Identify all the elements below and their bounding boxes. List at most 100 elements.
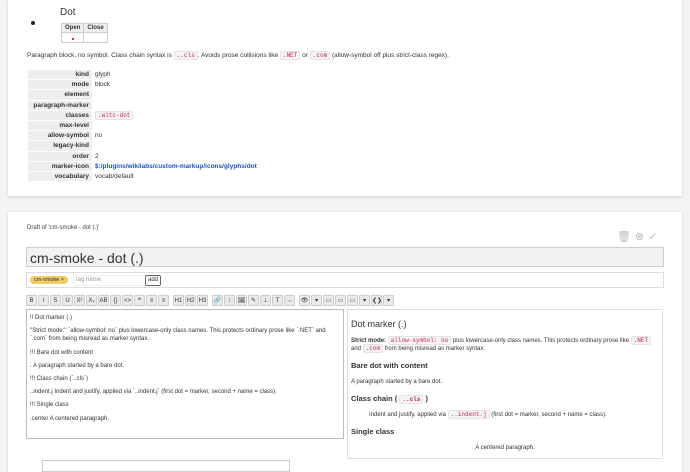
field-value: block xyxy=(92,79,298,90)
preview-strict-paragraph: Strict mode: allow-symbol: no plus lower… xyxy=(351,336,659,353)
field-value: glyph xyxy=(92,68,298,80)
cancel-icon[interactable]: ⊗ xyxy=(635,231,648,243)
field-value xyxy=(92,140,298,151)
toolbar-button-27[interactable]: ▾ xyxy=(359,294,370,306)
field-row: vocabulary vocab/default xyxy=(28,170,298,182)
preview-subheading: Single class xyxy=(351,427,395,436)
tag-editor: cm-smoke × tag name add xyxy=(26,272,664,288)
field-value: .wltc-dot xyxy=(92,109,298,121)
preview-heading: Dot marker (.) xyxy=(351,319,407,329)
field-value xyxy=(92,119,298,131)
toolbar-button-0[interactable]: B xyxy=(26,294,37,306)
toolbar-button-22[interactable]: 👁 xyxy=(299,294,310,306)
toolbar-button-3[interactable]: U xyxy=(62,294,73,306)
editor-line: ''Strict mode:'' `allow-symbol: no` plus… xyxy=(30,328,326,343)
toolbar-button-13[interactable]: H2 xyxy=(185,294,196,306)
field-row: kind glyph xyxy=(28,68,298,80)
close-header: Close xyxy=(83,23,108,33)
field-key: vocabulary xyxy=(28,170,92,182)
delete-icon[interactable]: 🗑 xyxy=(617,231,635,243)
toolbar-button-19[interactable]: ⊥ xyxy=(260,294,271,306)
toolbar-button-14[interactable]: H3 xyxy=(197,294,208,306)
field-row: max-level xyxy=(28,119,298,131)
save-icon[interactable]: ✓ xyxy=(648,231,661,243)
field-key: order xyxy=(28,150,92,162)
add-tag-button[interactable]: add xyxy=(145,275,162,286)
text-editor[interactable]: !! Dot marker (.) ''Strict mode:'' `allow… xyxy=(26,309,344,439)
toolbar-button-15[interactable]: 🔗 xyxy=(212,294,223,306)
field-key: classes xyxy=(28,109,92,121)
tag-name-input[interactable]: tag name xyxy=(73,275,147,286)
field-value xyxy=(92,89,298,101)
toolbar-button-16[interactable]: ⁝ xyxy=(224,294,235,306)
toolbar-button-12[interactable]: H1 xyxy=(173,294,184,306)
open-close-table: Open Close xyxy=(60,23,108,43)
toolbar-button-7[interactable]: {} xyxy=(110,294,121,306)
field-row: paragraph-marker xyxy=(28,99,298,111)
open-cell xyxy=(60,32,85,43)
toolbar-button-4[interactable]: X² xyxy=(74,294,85,306)
field-row: legacy-kind xyxy=(28,140,298,151)
toolbar-button-21[interactable]: ⌵ xyxy=(284,294,295,306)
field-key: marker-icon xyxy=(28,160,92,172)
toolbar-button-18[interactable]: ✎ xyxy=(248,294,259,306)
toolbar-button-24[interactable]: ▭ xyxy=(323,294,334,306)
edit-controls: 🗑⊗✓ xyxy=(617,230,661,243)
field-key: allow-symbol xyxy=(28,130,92,141)
toolbar-button-10[interactable]: ≡ xyxy=(146,294,157,306)
toolbar-button-29[interactable]: ▾ xyxy=(383,294,394,306)
field-key: paragraph-marker xyxy=(28,99,92,111)
field-value: vocab/default xyxy=(92,170,298,182)
field-key: kind xyxy=(28,68,92,80)
tiddler-view-card: Dot Open Close Paragraph block, no symbo… xyxy=(8,0,682,196)
draft-label: Draft of 'cm-smoke - dot (.)' xyxy=(27,225,100,231)
toolbar-button-28[interactable]: ❮❯ xyxy=(371,294,382,306)
toolbar-button-26[interactable]: ▭ xyxy=(347,294,358,306)
editor-line: !!! Single class xyxy=(30,402,69,409)
toolbar-button-20[interactable]: T xyxy=(272,294,283,306)
dot-glyph-icon xyxy=(71,37,74,40)
editor-line: !! Dot marker (.) xyxy=(30,315,73,321)
field-row: element xyxy=(28,89,298,101)
description-paragraph: Paragraph block, no symbol. Class chain … xyxy=(27,51,449,60)
field-row: mode block xyxy=(28,79,298,90)
tiddler-edit-card: Draft of 'cm-smoke - dot (.)' 🗑⊗✓ cm-smo… xyxy=(8,212,682,472)
toolbar-button-1[interactable]: I xyxy=(38,294,49,306)
toolbar-button-8[interactable]: <> xyxy=(122,294,133,306)
field-key: element xyxy=(28,89,92,101)
field-value xyxy=(92,99,298,111)
toolbar-button-6[interactable]: AB xyxy=(98,294,109,306)
preview-subheading: Class chain ( ..cls ) xyxy=(351,394,428,404)
field-value: 2 xyxy=(92,150,298,162)
preview-subheading: Bare dot with content xyxy=(351,361,428,370)
field-row: order 2 xyxy=(28,150,298,162)
tiddler-title: Dot xyxy=(60,7,76,18)
editor-toolbar: B I S U X² X₂ AB{} <> ❝ ≡ ≡ H1 H2 H3 🔗 ⁝ 🖼 ✎ ⊥ T ⌵ 👁 ▾ ▭ ▭ ▭ ▾ ❮❯ ▾ xyxy=(26,293,664,307)
editor-line: .center A centered paragraph. xyxy=(30,415,110,422)
field-key: legacy-kind xyxy=(28,140,92,151)
field-row: classes .wltc-dot xyxy=(28,109,298,121)
toolbar-button-25[interactable]: ▭ xyxy=(335,294,346,306)
preview-paragraph: A paragraph started by a bare dot. xyxy=(351,379,443,385)
toolbar-button-9[interactable]: ❝ xyxy=(134,294,145,306)
fields-table: kind glyph mode block element paragraph-marke… xyxy=(28,68,298,182)
field-value[interactable]: $:/plugins/wikilabs/custom-markup/icons/… xyxy=(92,160,298,172)
field-row: allow-symbol no xyxy=(28,130,298,141)
toolbar-button-5[interactable]: X₂ xyxy=(86,294,97,306)
title-input[interactable]: cm-smoke - dot (.) xyxy=(26,247,664,267)
close-cell xyxy=(83,32,108,43)
toolbar-button-23[interactable]: ▾ xyxy=(311,294,322,306)
preview-centered-paragraph: A centered paragraph. xyxy=(475,445,535,451)
toolbar-button-2[interactable]: S xyxy=(50,294,61,306)
field-key: mode xyxy=(28,79,92,90)
editor-line: ..indent.j Indent and justify, applied v… xyxy=(30,389,277,396)
editor-line: !!! Bare dot with content xyxy=(30,349,94,356)
preview-indent-paragraph: Indent and justify, applied via ..indent… xyxy=(369,410,607,419)
bullet-icon xyxy=(31,21,35,25)
toolbar-button-11[interactable]: ≡ xyxy=(158,294,169,306)
toolbar-button-17[interactable]: 🖼 xyxy=(236,294,247,306)
open-header: Open xyxy=(60,23,85,33)
editor-line: . A paragraph started by a bare dot. xyxy=(30,362,125,369)
tag-pill[interactable]: cm-smoke × xyxy=(30,276,69,284)
field-row: marker-icon $:/plugins/wikilabs/custom-ma… xyxy=(28,160,298,172)
